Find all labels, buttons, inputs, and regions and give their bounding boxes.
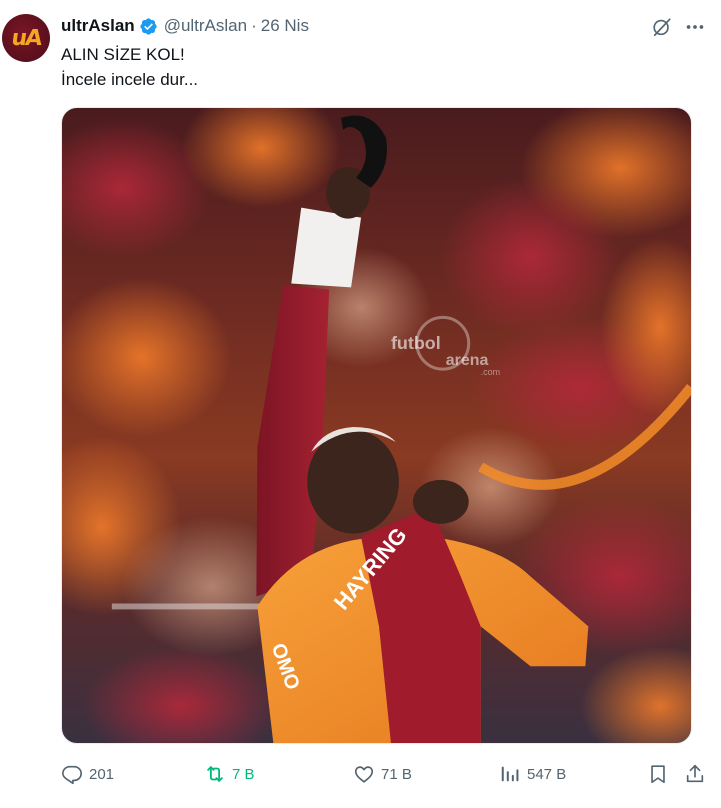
reply-button[interactable]: 201 xyxy=(61,760,114,788)
avatar-logo-text: uA xyxy=(9,25,43,51)
tweet-text-line-2: İncele incele dur... xyxy=(61,70,199,89)
views-chart-icon xyxy=(501,766,519,782)
bookmark-button[interactable] xyxy=(647,760,669,788)
reply-count: 201 xyxy=(89,765,115,783)
like-count: 71 B xyxy=(381,765,412,783)
tweet-text-line-1: ALIN SİZE KOL! xyxy=(61,45,185,64)
avatar[interactable]: uA xyxy=(2,14,50,62)
like-button[interactable]: 71 B xyxy=(353,760,412,788)
photo-of-player: HAYRING OMO futbol arena .com xyxy=(62,108,691,743)
repost-button[interactable]: 7 B xyxy=(204,760,255,788)
views-count: 547 B xyxy=(527,765,567,783)
author-handle[interactable]: @ultrAslan xyxy=(164,16,247,36)
repost-icon xyxy=(207,766,223,782)
more-options-icon[interactable] xyxy=(684,16,706,38)
tweet[interactable]: uA ultrAslan @ultrAslan · 26 Nis ALIN Sİ… xyxy=(0,0,721,808)
bookmark-icon xyxy=(651,765,665,784)
grok-icon[interactable] xyxy=(651,16,673,38)
watermark-brand: futbol xyxy=(391,333,441,353)
watermark-domain: .com xyxy=(481,367,500,377)
repost-count: 7 B xyxy=(232,765,255,783)
share-button[interactable] xyxy=(684,760,706,788)
heart-icon xyxy=(354,766,374,783)
reply-icon xyxy=(62,765,82,785)
views-button[interactable]: 547 B xyxy=(499,760,566,788)
tweet-date[interactable]: 26 Nis xyxy=(261,16,309,36)
verified-badge-icon xyxy=(140,17,157,35)
action-bar: 201 7 B 71 B 547 B xyxy=(61,760,711,788)
author-name[interactable]: ultrAslan xyxy=(61,16,135,36)
tweet-photo[interactable]: HAYRING OMO futbol arena .com xyxy=(61,107,692,744)
header-separator: · xyxy=(251,16,257,35)
tweet-header: ultrAslan @ultrAslan · 26 Nis xyxy=(61,15,309,37)
share-icon xyxy=(686,764,704,783)
